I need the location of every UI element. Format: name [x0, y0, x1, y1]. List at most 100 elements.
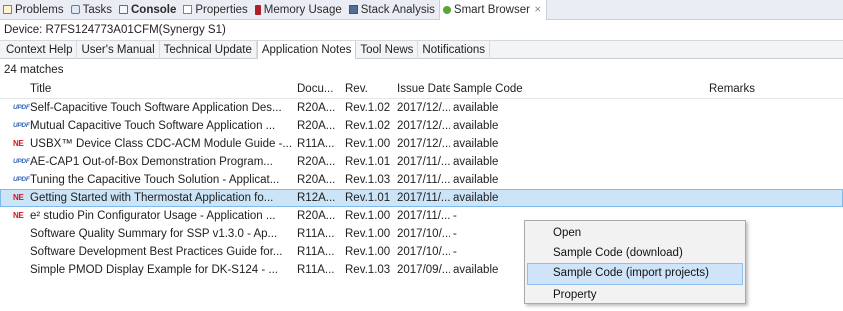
device-label: Device: R7FS124773A01CFM(Synergy S1): [4, 24, 226, 36]
view-tab-problems[interactable]: Problems: [0, 0, 68, 20]
sample-code-status: available: [453, 174, 499, 186]
context-menu: Open Sample Code (download) Sample Code (i…: [524, 220, 746, 304]
issue-date: 2017/12/...: [397, 120, 450, 132]
title-cell: Software Development Best Practices Guid…: [0, 243, 294, 261]
column-header-document[interactable]: Docu...: [294, 80, 342, 98]
document-title: e² studio Pin Configurator Usage - Appli…: [30, 210, 276, 222]
tab-tool-news[interactable]: Tool News: [356, 40, 419, 59]
revision: Rev.1.01: [345, 156, 391, 168]
console-icon: [118, 5, 128, 14]
remarks: [706, 171, 843, 189]
document-title: Getting Started with Thermostat Applicat…: [30, 192, 274, 204]
pdf-document-icon: UPDF: [13, 104, 30, 111]
view-tab-label: Console: [130, 3, 177, 16]
remarks: [706, 153, 843, 171]
remarks: [706, 135, 843, 153]
pdf-document-icon: UPDF: [13, 122, 30, 129]
column-header-revision[interactable]: Rev.: [342, 80, 394, 98]
revision: Rev.1.03: [345, 174, 391, 186]
revision: Rev.1.02: [345, 102, 391, 114]
tab-context-help[interactable]: Context Help: [2, 40, 78, 59]
document-number: R20A...: [297, 210, 336, 222]
title-cell: UPDF AE-CAP1 Out-of-Box Demonstration Pro…: [0, 153, 294, 171]
view-tab-console[interactable]: Console: [116, 0, 180, 20]
issue-date: 2017/11/...: [397, 192, 450, 204]
revision: Rev.1.01: [345, 192, 391, 204]
table-row[interactable]: UPDF Tuning the Capacitive Touch Solution…: [0, 171, 843, 189]
document-title: USBX™ Device Class CDC-ACM Module Guide …: [30, 138, 293, 150]
table-row[interactable]: NE USBX™ Device Class CDC-ACM Module Guid…: [0, 135, 843, 153]
document-title: Software Development Best Practices Guid…: [30, 246, 283, 258]
column-header-remarks[interactable]: Remarks: [706, 80, 843, 98]
sample-code-status: available: [453, 120, 499, 132]
tab-application-notes[interactable]: Application Notes: [256, 40, 357, 59]
renesas-logo-icon: NE: [13, 193, 24, 202]
document-tab-bar: Context Help User's Manual Technical Updat…: [0, 40, 843, 59]
remarks: [706, 99, 843, 117]
view-tab-smart-browser[interactable]: Smart Browser ⨯: [438, 0, 547, 20]
view-tab-memory-usage[interactable]: Memory Usage: [252, 0, 346, 20]
sample-code-status: available: [453, 102, 499, 114]
issue-date: 2017/11/...: [397, 174, 450, 186]
title-cell: Simple PMOD Display Example for DK-S124 …: [0, 261, 294, 279]
renesas-logo-icon: NE: [13, 139, 24, 148]
revision: Rev.1.00: [345, 138, 391, 150]
menu-item-open[interactable]: Open: [525, 223, 745, 243]
document-number: R20A...: [297, 120, 336, 132]
revision: Rev.1.00: [345, 246, 391, 258]
view-tab-properties[interactable]: Properties: [180, 0, 251, 20]
document-title: AE-CAP1 Out-of-Box Demonstration Program…: [30, 156, 273, 168]
remarks: [706, 117, 843, 135]
table-row[interactable]: NE Getting Started with Thermostat Applic…: [0, 189, 843, 207]
view-tab-label: Properties: [195, 3, 248, 16]
title-cell: Software Quality Summary for SSP v1.3.0 …: [0, 225, 294, 243]
view-tab-tasks[interactable]: Tasks: [68, 0, 116, 20]
issue-date: 2017/12/...: [397, 102, 450, 114]
document-title: Simple PMOD Display Example for DK-S124 …: [30, 264, 278, 276]
issue-date: 2017/10/...: [397, 228, 450, 240]
table-header: Title Docu... Rev. Issue Date Sample Cod…: [0, 80, 843, 99]
tasks-icon: [70, 5, 80, 14]
menu-item-property[interactable]: Property: [525, 285, 745, 305]
issue-date: 2017/10/...: [397, 246, 450, 258]
tab-notifications[interactable]: Notifications: [418, 40, 491, 59]
menu-item-sample-code-import-projects[interactable]: Sample Code (import projects): [527, 263, 743, 285]
table-row[interactable]: UPDF AE-CAP1 Out-of-Box Demonstration Pro…: [0, 153, 843, 171]
issue-date: 2017/12/...: [397, 138, 450, 150]
close-icon[interactable]: ⨯: [534, 4, 542, 15]
pdf-document-icon: UPDF: [13, 158, 30, 165]
document-number: R11A...: [297, 264, 335, 276]
title-cell: NE Getting Started with Thermostat Applic…: [0, 189, 294, 207]
table-row[interactable]: UPDF Self-Capacitive Touch Software Appli…: [0, 99, 843, 117]
document-number: R12A...: [297, 192, 336, 204]
title-cell: UPDF Mutual Capacitive Touch Software App…: [0, 117, 294, 135]
stack-analysis-icon: [348, 5, 358, 14]
document-number: R11A...: [297, 228, 335, 240]
menu-item-sample-code-download[interactable]: Sample Code (download): [525, 243, 745, 263]
document-number: R20A...: [297, 102, 336, 114]
properties-icon: [183, 5, 193, 14]
column-header-issue-date[interactable]: Issue Date: [394, 80, 450, 98]
tab-user-s-manual[interactable]: User's Manual: [77, 40, 160, 59]
table-row[interactable]: UPDF Mutual Capacitive Touch Software App…: [0, 117, 843, 135]
document-title: Software Quality Summary for SSP v1.3.0 …: [30, 228, 278, 240]
issue-date: 2017/09/...: [397, 264, 450, 276]
problems-icon: [3, 5, 12, 14]
view-tab-stack-analysis[interactable]: Stack Analysis: [346, 0, 439, 20]
sample-code-status: available: [453, 138, 499, 150]
column-header-sample-code[interactable]: Sample Code: [450, 80, 706, 98]
document-title: Tuning the Capacitive Touch Solution - A…: [30, 174, 280, 186]
document-title: Self-Capacitive Touch Software Applicati…: [30, 102, 282, 114]
title-cell: UPDF Tuning the Capacitive Touch Solution…: [0, 171, 294, 189]
revision: Rev.1.00: [345, 228, 391, 240]
column-header-title[interactable]: Title: [0, 80, 294, 98]
document-number: R20A...: [297, 174, 336, 186]
revision: Rev.1.02: [345, 120, 391, 132]
memory-usage-icon: [254, 4, 261, 15]
issue-date: 2017/11/...: [397, 156, 450, 168]
match-count: 24 matches: [4, 64, 64, 76]
view-tab-bar: Problems Tasks Console Properties Memory Usa…: [0, 0, 843, 20]
issue-date: 2017/11/...: [397, 210, 450, 222]
tab-technical-update[interactable]: Technical Update: [160, 40, 257, 59]
sample-code-status: available: [453, 156, 499, 168]
